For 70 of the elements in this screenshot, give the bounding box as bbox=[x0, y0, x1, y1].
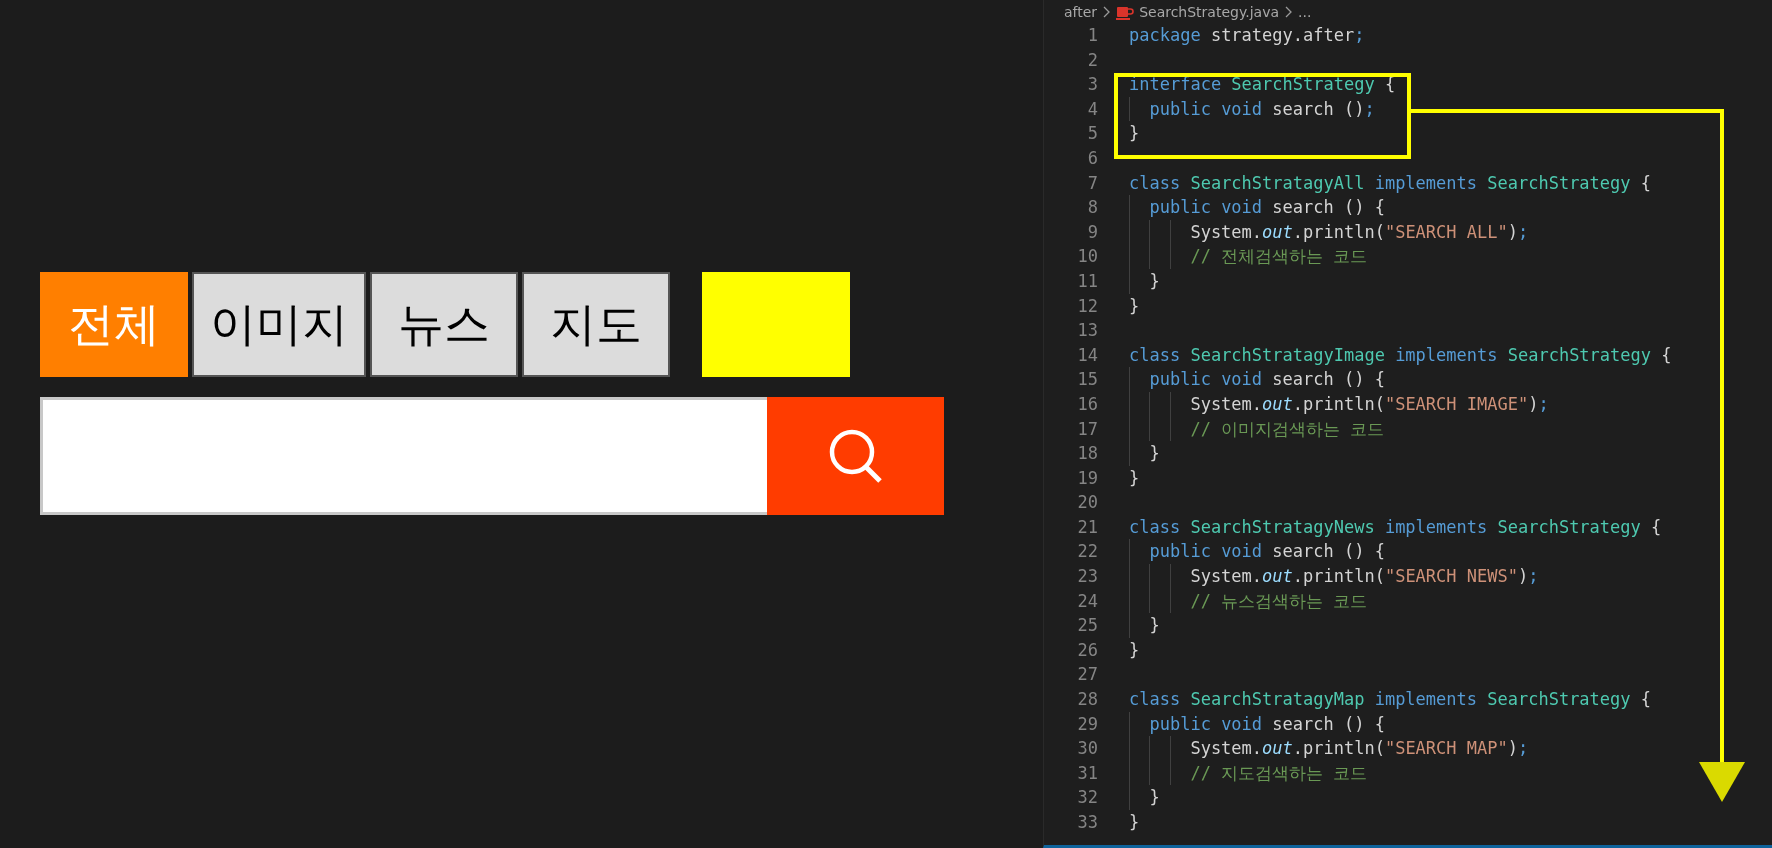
line-number: 6 bbox=[1086, 146, 1098, 170]
line-number: 12 bbox=[1076, 294, 1098, 318]
search-button[interactable] bbox=[767, 397, 944, 515]
code-line: class SearchStratagyNews implements SearchStrategy { bbox=[1129, 516, 1662, 537]
line-number: 2 bbox=[1086, 48, 1098, 72]
code-line: } bbox=[1129, 467, 1140, 488]
line-number: 5 bbox=[1086, 122, 1098, 146]
line-number: 25 bbox=[1076, 614, 1098, 638]
chevron-icon bbox=[1102, 4, 1112, 19]
code-line: // 전체검색하는 코드 bbox=[1189, 246, 1368, 267]
code-line: class SearchStratagyAll implements SearchStrategy { bbox=[1129, 172, 1652, 193]
line-number: 9 bbox=[1086, 220, 1098, 244]
code-line: System.out.println("SEARCH NEWS"); bbox=[1189, 566, 1539, 587]
code-line: // 지도검색하는 코드 bbox=[1189, 762, 1368, 783]
line-number: 10 bbox=[1076, 245, 1098, 269]
chevron-icon bbox=[1284, 4, 1293, 19]
line-number: 32 bbox=[1076, 786, 1098, 810]
breadcrumb-item[interactable]: SearchStrategy.java bbox=[1139, 3, 1279, 20]
line-number: 11 bbox=[1076, 269, 1098, 293]
code-line: public void search () { bbox=[1148, 713, 1385, 734]
line-number: 15 bbox=[1076, 368, 1098, 392]
code-line: System.out.println("SEARCH ALL"); bbox=[1189, 221, 1529, 242]
code-line: class SearchStratagyImage implements SearchStrategy { bbox=[1129, 344, 1672, 365]
tab[interactable]: 이미지 bbox=[192, 272, 366, 377]
code-line: } bbox=[1129, 295, 1140, 316]
line-number: 1 bbox=[1086, 24, 1098, 47]
breadcrumb-item[interactable]: ... bbox=[1298, 3, 1312, 20]
line-number: 17 bbox=[1076, 417, 1098, 441]
code-line: } bbox=[1148, 443, 1160, 464]
line-number: 22 bbox=[1076, 540, 1098, 564]
line-number: 18 bbox=[1076, 442, 1098, 466]
line-number: 21 bbox=[1076, 515, 1098, 539]
code-line: } bbox=[1129, 123, 1140, 144]
line-number: 29 bbox=[1076, 712, 1098, 736]
line-number: 19 bbox=[1076, 466, 1098, 490]
line-number: 3 bbox=[1086, 73, 1098, 97]
line-number: 13 bbox=[1076, 319, 1098, 343]
line-number: 8 bbox=[1086, 196, 1098, 220]
code-line: // 이미지검색하는 코드 bbox=[1189, 418, 1385, 439]
breadcrumb-item[interactable]: after bbox=[1064, 3, 1098, 20]
code-line: class SearchStratagyMap implements SearchStrategy { bbox=[1129, 689, 1652, 710]
line-number: 27 bbox=[1076, 663, 1098, 687]
code-line: public void search () { bbox=[1148, 369, 1385, 390]
line-number: 16 bbox=[1076, 392, 1098, 416]
line-number: 24 bbox=[1076, 589, 1098, 613]
code-line: System.out.println("SEARCH IMAGE"); bbox=[1189, 393, 1549, 414]
line-number: 4 bbox=[1086, 97, 1098, 121]
code-line: } bbox=[1148, 270, 1160, 291]
code-line: public void search () { bbox=[1148, 197, 1385, 218]
line-number: 26 bbox=[1076, 638, 1098, 662]
code-line: public void search () { bbox=[1148, 541, 1385, 562]
line-number: 28 bbox=[1076, 688, 1098, 712]
line-number: 20 bbox=[1076, 491, 1098, 515]
line-number: 23 bbox=[1076, 565, 1098, 589]
tab[interactable]: 지도 bbox=[522, 272, 670, 377]
code-line: package strategy.after; bbox=[1129, 25, 1365, 45]
code-line: } bbox=[1148, 787, 1160, 808]
code-line: } bbox=[1129, 812, 1140, 832]
code-line: System.out.println("SEARCH MAP"); bbox=[1189, 738, 1529, 759]
line-number: 30 bbox=[1076, 737, 1098, 761]
code-line: } bbox=[1148, 615, 1160, 636]
line-number: 31 bbox=[1076, 761, 1098, 785]
code-line: } bbox=[1129, 639, 1140, 660]
line-number: 33 bbox=[1076, 811, 1098, 834]
search-field[interactable] bbox=[40, 397, 767, 515]
code-line: // 뉴스검색하는 코드 bbox=[1189, 590, 1368, 611]
line-number: 7 bbox=[1086, 171, 1098, 195]
line-number: 14 bbox=[1076, 343, 1098, 367]
tab[interactable]: 뉴스 bbox=[370, 272, 518, 377]
code-line: public void search (); bbox=[1148, 98, 1375, 119]
